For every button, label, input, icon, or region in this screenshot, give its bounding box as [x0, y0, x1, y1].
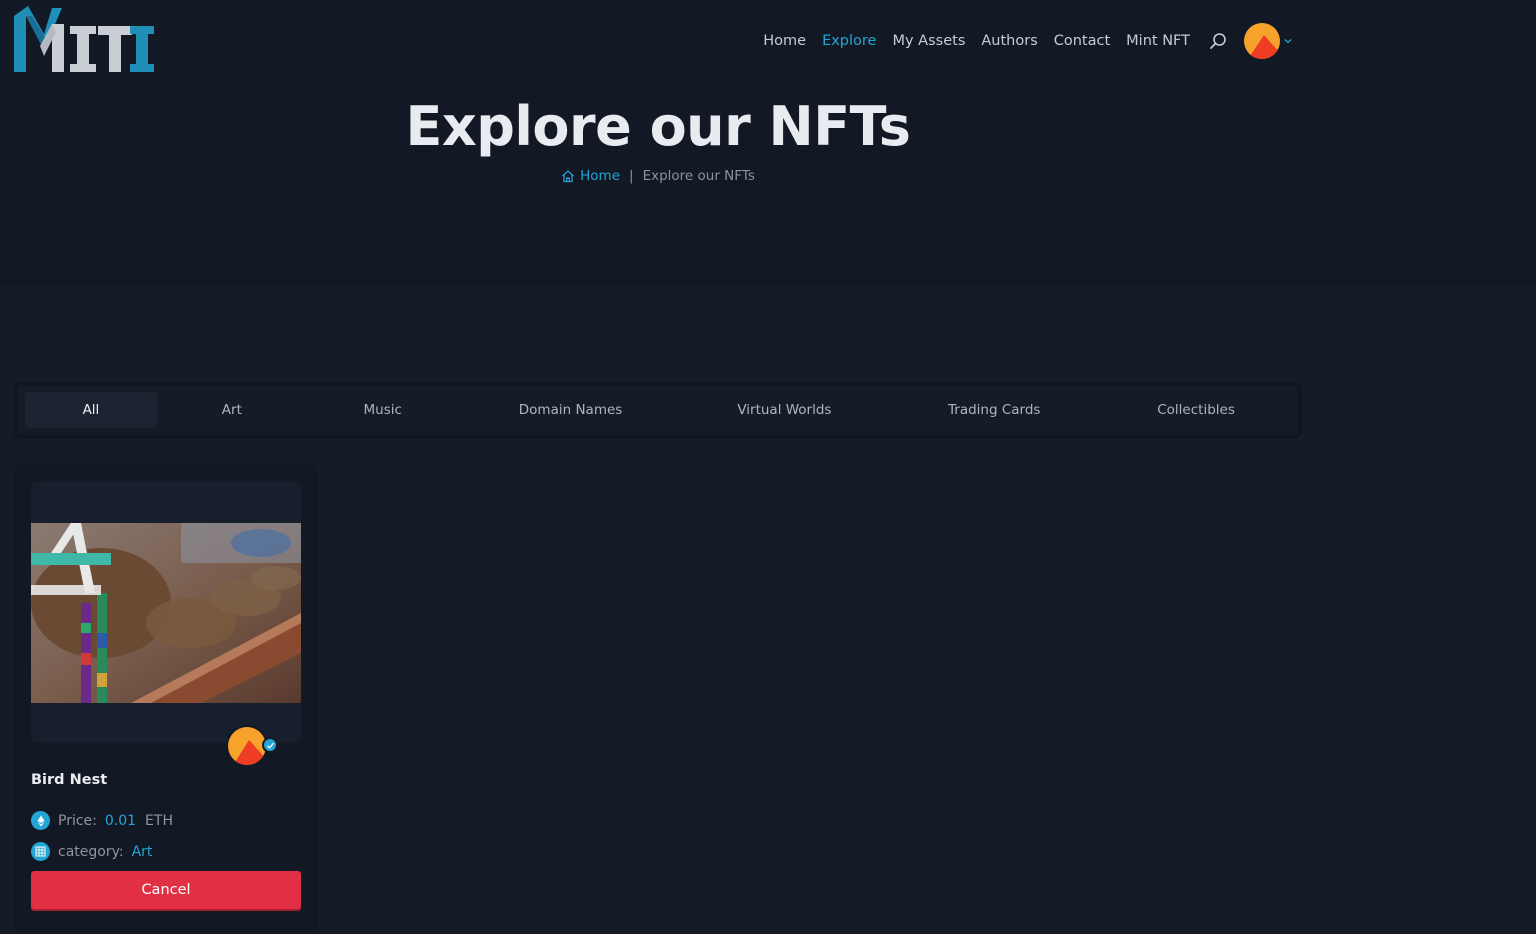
breadcrumb-home[interactable]: Home — [561, 168, 620, 184]
nft-title[interactable]: Bird Nest — [31, 772, 107, 788]
tab-collectibles[interactable]: Collectibles — [1102, 392, 1290, 428]
nav-explore[interactable]: Explore — [822, 33, 876, 49]
nav-contact[interactable]: Contact — [1054, 33, 1110, 49]
category-label: category: — [58, 843, 124, 860]
tab-trading-cards[interactable]: Trading Cards — [886, 392, 1102, 428]
price-value: 0.01 — [104, 812, 137, 829]
nft-card: Bird Nest Price: 0.01 ETH category: Art … — [14, 463, 318, 934]
nft-image-frame[interactable] — [31, 481, 301, 743]
tab-music[interactable]: Music — [307, 392, 459, 428]
nav-home[interactable]: Home — [763, 33, 806, 49]
breadcrumb-home-label[interactable]: Home — [580, 168, 620, 184]
main-nav: Home Explore My Assets Authors Contact M… — [747, 23, 1294, 59]
tab-virtual-worlds[interactable]: Virtual Worlds — [682, 392, 886, 428]
tab-all[interactable]: All — [25, 392, 157, 428]
breadcrumb: Home | Explore our NFTs — [0, 168, 1316, 184]
tab-domain-names[interactable]: Domain Names — [459, 392, 683, 428]
chevron-down-icon[interactable] — [1282, 35, 1294, 47]
verified-badge-icon — [262, 737, 278, 753]
nft-price: Price: 0.01 ETH — [31, 811, 173, 830]
price-unit: ETH — [145, 812, 173, 829]
category-grid-icon — [31, 842, 50, 861]
hero-banner: Home Explore My Assets Authors Contact M… — [0, 0, 1536, 286]
breadcrumb-current: Explore our NFTs — [642, 168, 755, 184]
nav-authors[interactable]: Authors — [981, 33, 1037, 49]
home-icon — [562, 170, 575, 183]
user-avatar[interactable] — [1244, 23, 1280, 59]
category-value[interactable]: Art — [132, 844, 153, 860]
page-title: Explore our NFTs — [405, 95, 911, 158]
site-logo[interactable] — [12, 6, 156, 74]
price-label: Price: — [58, 812, 97, 829]
breadcrumb-separator: | — [629, 168, 634, 184]
user-menu[interactable] — [1244, 23, 1294, 59]
nav-mint-nft[interactable]: Mint NFT — [1126, 33, 1190, 49]
search-icon[interactable] — [1208, 31, 1228, 51]
category-filter-tabs: All Art Music Domain Names Virtual World… — [14, 382, 1301, 438]
nft-image[interactable] — [31, 523, 301, 703]
ethereum-icon — [31, 811, 50, 830]
nft-category: category: Art — [31, 842, 152, 861]
cancel-button[interactable]: Cancel — [31, 871, 301, 909]
tab-art[interactable]: Art — [157, 392, 307, 428]
nav-my-assets[interactable]: My Assets — [892, 33, 965, 49]
